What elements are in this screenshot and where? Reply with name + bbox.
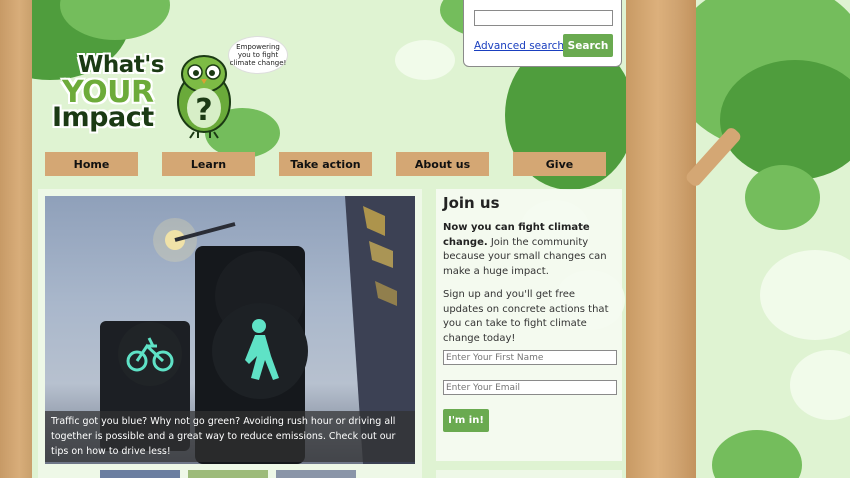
tree-foliage [720, 60, 850, 180]
nav-item-learn[interactable]: Learn [162, 152, 255, 176]
cloud [790, 350, 850, 420]
join-signup-text: Sign up and you'll get free updates on c… [443, 289, 609, 344]
advanced-search-link[interactable]: Advanced search [474, 40, 564, 52]
search-input[interactable] [474, 10, 613, 26]
tree-foliage [712, 430, 802, 478]
nav-item-give[interactable]: Give [513, 152, 606, 176]
search-panel: Advanced search Search [463, 0, 622, 67]
search-button[interactable]: Search [563, 34, 613, 57]
im-in-button[interactable]: I'm in! [443, 409, 489, 432]
svg-text:?: ? [195, 93, 212, 128]
nav-item-about-us[interactable]: About us [396, 152, 489, 176]
slide-thumbnail[interactable] [188, 470, 268, 478]
first-name-field[interactable] [443, 350, 617, 365]
cloud [760, 250, 850, 340]
logo-text-whats: What's [78, 52, 165, 78]
logo-speech-bubble: Empowering you to fight climate change! [228, 36, 288, 74]
join-title: Join us [443, 194, 500, 212]
join-us-panel: Join us Now you can fight climate change… [436, 189, 622, 461]
tree-trunk-right [626, 0, 696, 478]
join-lead: Now you can fight climate change. Join t… [443, 221, 615, 279]
logo-text-impact: Impact [52, 102, 154, 133]
site-logo[interactable]: What's YOUR Impact ? Empowering you to f… [50, 36, 290, 146]
cloud [395, 40, 455, 80]
main-nav: Home Learn Take action About us Give [0, 152, 626, 176]
featured-slideshow: Traffic got you blue? Why not go green? … [38, 189, 422, 478]
nav-item-home[interactable]: Home [45, 152, 138, 176]
nav-item-take-action[interactable]: Take action [279, 152, 372, 176]
tree-trunk-left [0, 0, 32, 478]
tree-foliage [745, 165, 820, 230]
slide-thumbnail[interactable] [100, 470, 180, 478]
email-field[interactable] [443, 380, 617, 395]
slide-caption: Traffic got you blue? Why not go green? … [45, 411, 415, 462]
lower-panel [436, 470, 622, 478]
slide-thumbnail[interactable] [276, 470, 356, 478]
